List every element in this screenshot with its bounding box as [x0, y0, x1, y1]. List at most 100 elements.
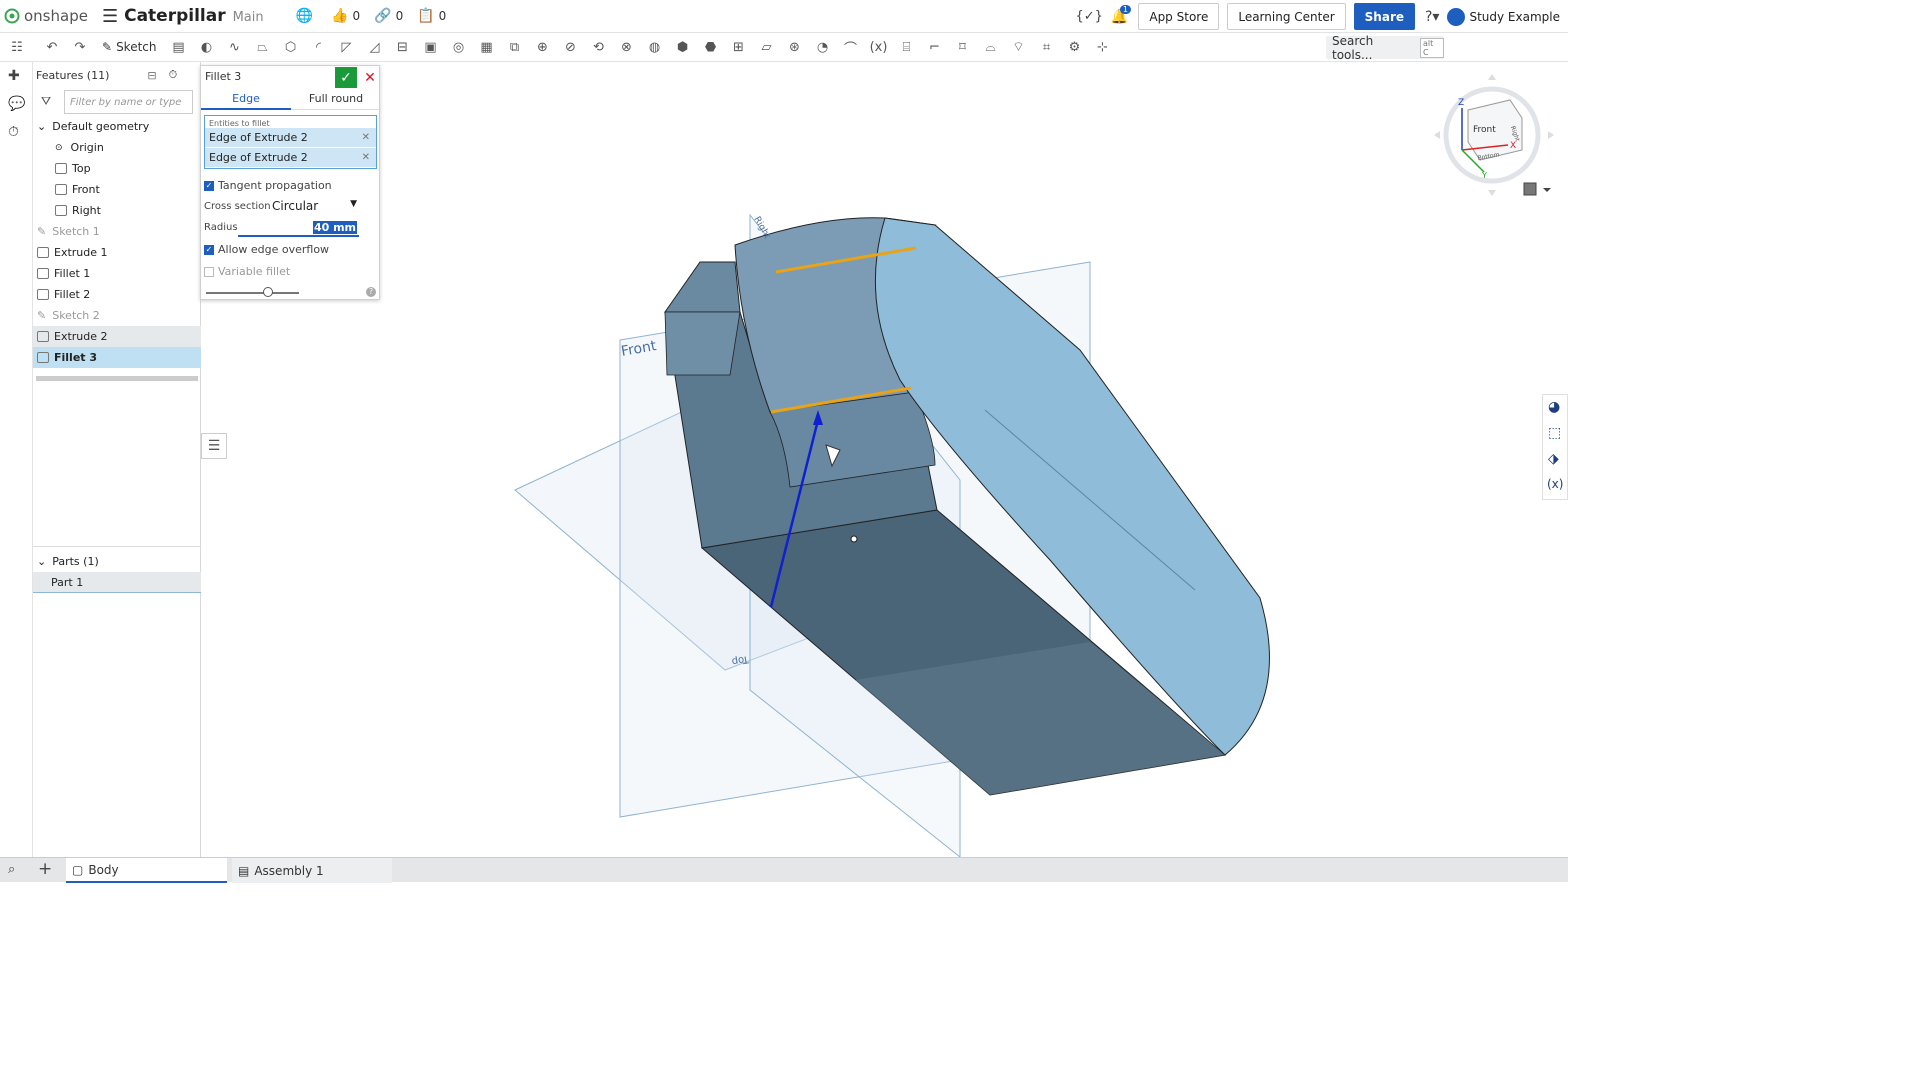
allow-edge-overflow-checkbox[interactable]: ✓ [204, 244, 214, 255]
preview-slider-handle[interactable] [263, 287, 273, 297]
variable-fillet-row[interactable]: Variable fillet [204, 265, 290, 278]
plane-icon[interactable]: ▱ [756, 38, 778, 56]
extrude-icon[interactable]: ▤ [168, 38, 190, 56]
tab-body[interactable]: ▢ Body [66, 858, 227, 883]
radius-input[interactable]: 40 mm [238, 221, 359, 237]
preview-slider-track[interactable] [206, 292, 299, 294]
user-menu[interactable]: Study Example [1447, 7, 1560, 26]
fillet-icon[interactable]: ◜ [308, 38, 330, 56]
onshape-logo[interactable]: onshape [4, 7, 88, 25]
feature-list-icon[interactable]: ☷ [6, 38, 28, 56]
copies-counter[interactable]: 📋 0 [417, 8, 446, 24]
flange-icon[interactable]: ⌐ [924, 38, 946, 56]
undo-icon[interactable]: ↶ [41, 38, 63, 56]
tree-item-fillet-1[interactable]: Fillet 1 [33, 263, 201, 284]
viewcube-front[interactable]: Front [1473, 125, 1496, 135]
parts-group[interactable]: ⌄ Parts (1) [33, 551, 201, 572]
branch-name[interactable]: Main [233, 10, 264, 25]
hole-icon[interactable]: ◎ [448, 38, 470, 56]
rotate-down-icon[interactable] [1488, 190, 1496, 196]
bend-icon[interactable]: ⌓ [980, 38, 1002, 56]
menu-icon[interactable]: ☰ [102, 6, 118, 27]
tab-manager-icon[interactable]: ⌕ [8, 862, 15, 877]
move-face-icon[interactable]: ⬢ [672, 38, 694, 56]
tree-item-fillet-3[interactable]: Fillet 3 [33, 347, 201, 368]
remove-entity-icon[interactable]: ✕ [362, 152, 370, 163]
allow-edge-overflow-row[interactable]: ✓ Allow edge overflow [204, 243, 329, 256]
tab-edge[interactable]: Edge [201, 88, 291, 110]
frame-icon[interactable]: ⌗ [1036, 38, 1058, 56]
pattern-icon[interactable]: ▦ [476, 38, 498, 56]
delete-part-icon[interactable]: ⊗ [616, 38, 638, 56]
entities-to-fillet-field[interactable]: Entities to fillet Edge of Extrude 2 ✕ Ed… [204, 115, 377, 169]
tree-item-sketch-2[interactable]: ✎ Sketch 2 [33, 305, 201, 326]
sheet-metal-icon[interactable]: ⌸ [896, 38, 918, 56]
draft-icon[interactable]: ◿ [364, 38, 386, 56]
tree-item-right[interactable]: Right [33, 200, 201, 221]
search-tools-input[interactable]: Search tools... alt C [1326, 34, 1444, 62]
comments-icon[interactable]: 💬 [8, 96, 25, 112]
links-counter[interactable]: 🔗 0 [374, 8, 403, 24]
history-icon[interactable]: ⏱ [8, 124, 19, 140]
rotate-up-icon[interactable] [1488, 74, 1496, 80]
tree-item-part-1[interactable]: Part 1 [33, 572, 201, 593]
tab-assembly-1[interactable]: ▤ Assembly 1 [232, 858, 392, 883]
variable-icon[interactable]: (x) [868, 38, 890, 56]
chamfer-icon[interactable]: ◸ [336, 38, 358, 56]
insert-icon[interactable]: ✚ [8, 68, 20, 84]
thicken-icon[interactable]: ⬡ [280, 38, 302, 56]
3d-viewport[interactable]: Front Top Right Front Right Bottom Z X Y [201, 62, 1568, 857]
curve-icon[interactable]: ⌒ [840, 38, 862, 57]
notifications-icon[interactable]: 🔔 1 [1111, 4, 1132, 25]
tree-item-extrude-1[interactable]: Extrude 1 [33, 242, 201, 263]
loft-icon[interactable]: ⏢ [252, 38, 274, 56]
cross-section-select[interactable]: Circular ▼ [272, 199, 357, 213]
tangent-propagation-checkbox[interactable]: ✓ [204, 180, 214, 191]
part-step-face[interactable] [664, 311, 741, 376]
sweep-icon[interactable]: ∿ [224, 38, 246, 56]
form-icon[interactable]: ⌔ [1008, 38, 1030, 56]
view-mode-icon[interactable] [1523, 182, 1551, 196]
appearance-icon[interactable]: ◕ [1548, 399, 1560, 415]
settings-icon[interactable]: ⚙ [1064, 38, 1086, 56]
entity-item[interactable]: Edge of Extrude 2 ✕ [205, 148, 376, 167]
learning-center-button[interactable]: Learning Center [1227, 3, 1346, 30]
feature-folder-icon[interactable]: ⊟ [147, 69, 156, 82]
tab-full-round[interactable]: Full round [291, 88, 381, 110]
replace-face-icon[interactable]: ⬣ [700, 38, 722, 56]
split-icon[interactable]: ⊘ [560, 38, 582, 56]
modify-fillet-icon[interactable]: ◍ [644, 38, 666, 56]
variable-fillet-checkbox[interactable] [204, 266, 214, 277]
transform-icon[interactable]: ⟲ [588, 38, 610, 56]
variable-table-icon[interactable]: (x) [1547, 477, 1563, 491]
measure-icon[interactable]: ⬗ [1548, 451, 1559, 467]
cancel-button[interactable]: ✕ [362, 67, 378, 88]
remove-entity-icon[interactable]: ✕ [362, 132, 370, 143]
filter-input[interactable]: Filter by name or type [64, 90, 193, 114]
add-tab-icon[interactable]: + [38, 859, 52, 879]
feature-list-toggle-icon[interactable]: ☰ [201, 433, 227, 459]
rotate-left-icon[interactable] [1434, 131, 1440, 139]
view-cube[interactable]: Front Right Bottom Z X Y [1434, 74, 1554, 196]
default-geometry-group[interactable]: ⌄ Default geometry [33, 116, 201, 137]
app-store-button[interactable]: App Store [1138, 3, 1220, 30]
shell-icon[interactable]: ▣ [420, 38, 442, 56]
confirm-button[interactable]: ✓ [335, 67, 357, 88]
tree-item-top[interactable]: Top [33, 158, 201, 179]
help-icon[interactable]: ? [366, 287, 376, 297]
revolve-icon[interactable]: ◐ [196, 38, 218, 56]
tree-item-fillet-2[interactable]: Fillet 2 [33, 284, 201, 305]
rollback-timer-icon[interactable]: ⏱ [169, 68, 178, 82]
variables-icon[interactable]: {✓} [1075, 9, 1102, 24]
globe-icon[interactable]: 🌐 [296, 8, 317, 24]
tree-item-extrude-2[interactable]: Extrude 2 [33, 326, 201, 347]
tab-icon[interactable]: ⌑ [952, 38, 974, 56]
offset-surface-icon[interactable]: ⊞ [728, 38, 750, 56]
mate-connector-icon[interactable]: ⊛ [784, 38, 806, 56]
redo-icon[interactable]: ↷ [69, 38, 91, 56]
sketch-button[interactable]: ✎ Sketch [102, 40, 157, 54]
tree-item-origin[interactable]: ⊙ Origin [33, 137, 201, 158]
mass-properties-icon[interactable]: ⬚ [1548, 425, 1561, 441]
share-button[interactable]: Share [1353, 3, 1415, 30]
helix-icon[interactable]: ◔ [812, 38, 834, 56]
